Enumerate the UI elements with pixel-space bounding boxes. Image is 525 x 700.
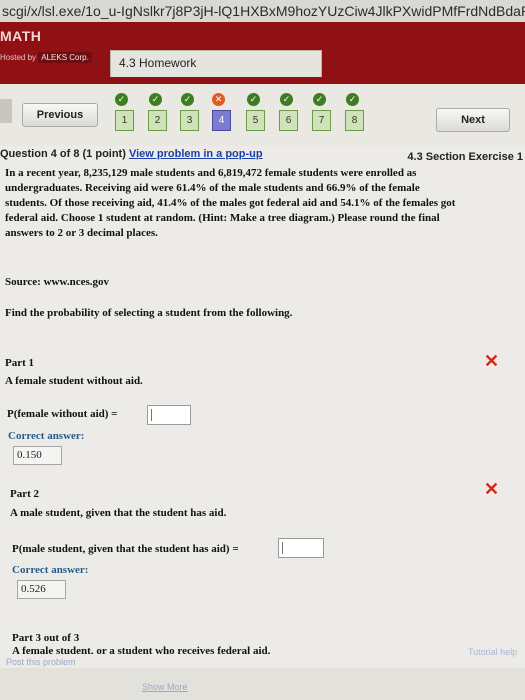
browser-url-bar[interactable]: scgi/x/lsl.exe/1o_u-IgNslkr7j8P3jH-lQ1HX… bbox=[0, 0, 525, 22]
part-3-description: A female student, or a student who recei… bbox=[12, 645, 271, 654]
next-button[interactable]: Next bbox=[436, 108, 510, 132]
question-6-box[interactable]: 6 bbox=[279, 110, 298, 131]
popup-link[interactable]: View problem in a pop-up bbox=[129, 148, 263, 160]
problem-line: In a recent year, 8,235,129 male student… bbox=[5, 167, 417, 179]
source-text: Source: www.nces.gov bbox=[5, 276, 109, 288]
part-2-correct-value: 0.526 bbox=[17, 580, 66, 599]
question-counter-label: Question 4 of 8 (1 point) bbox=[0, 148, 126, 160]
question-8-box[interactable]: 8 bbox=[345, 110, 364, 131]
app-header: MATH Hosted by ALEKS Corp. 4.3 Homework bbox=[0, 22, 525, 84]
problem-line: students. Of those receiving aid, 41.4% … bbox=[5, 197, 456, 209]
part-1-description: A female student without aid. bbox=[5, 375, 143, 387]
problem-line: answers to 2 or 3 decimal places. bbox=[5, 227, 158, 239]
hosted-by-label: Hosted by bbox=[0, 53, 37, 62]
part-1-correct-label: Correct answer: bbox=[8, 430, 85, 442]
tutorial-help-link[interactable]: Tutorial help bbox=[468, 647, 517, 657]
question-8-check-icon: ✓ bbox=[346, 93, 359, 106]
part-2-answer-input[interactable] bbox=[278, 538, 324, 558]
nav-left-arrow-icon[interactable] bbox=[0, 99, 12, 123]
question-4-x-icon: ✕ bbox=[212, 93, 225, 106]
part-3-title: Part 3 out of 3 bbox=[12, 632, 80, 644]
question-7-check-icon: ✓ bbox=[313, 93, 326, 106]
part-1-correct-value: 0.150 bbox=[13, 446, 62, 465]
question-5-check-icon: ✓ bbox=[247, 93, 260, 106]
part-1-title: Part 1 bbox=[5, 357, 35, 369]
bottom-toolbar bbox=[0, 668, 525, 700]
question-2-box[interactable]: 2 bbox=[148, 110, 167, 131]
brand-title: MATH bbox=[0, 28, 42, 44]
problem-line: undergraduates. Receiving aid were 61.4%… bbox=[5, 182, 420, 194]
part-2-description: A male student, given that the student h… bbox=[10, 507, 227, 519]
part-1-answer-input[interactable] bbox=[147, 405, 191, 425]
question-1-box[interactable]: 1 bbox=[115, 110, 134, 131]
question-7-box[interactable]: 7 bbox=[312, 110, 331, 131]
part-2-title: Part 2 bbox=[10, 488, 40, 500]
problem-text: In a recent year, 8,235,129 male student… bbox=[5, 166, 520, 241]
hosted-by: Hosted by ALEKS Corp. bbox=[0, 52, 92, 63]
question-6-check-icon: ✓ bbox=[280, 93, 293, 106]
part-1-prompt: P(female without aid) = bbox=[7, 408, 118, 420]
show-more-link[interactable]: Show More bbox=[142, 682, 188, 692]
part-2-incorrect-icon: ✕ bbox=[484, 479, 500, 499]
question-counter: Question 4 of 8 (1 point) View problem i… bbox=[0, 148, 263, 160]
part-1-incorrect-icon: ✕ bbox=[484, 351, 500, 371]
question-1-check-icon: ✓ bbox=[115, 93, 128, 106]
section-exercise: 4.3 Section Exercise 1 bbox=[407, 151, 523, 163]
previous-button[interactable]: Previous bbox=[22, 103, 98, 127]
url-text: scgi/x/lsl.exe/1o_u-IgNslkr7j8P3jH-lQ1HX… bbox=[2, 3, 525, 19]
question-3-box[interactable]: 3 bbox=[180, 110, 199, 131]
problem-line: federal aid. Choose 1 student at random.… bbox=[5, 212, 440, 224]
question-3-check-icon: ✓ bbox=[181, 93, 194, 106]
part-2-prompt: P(male student, given that the student h… bbox=[12, 543, 239, 555]
question-4-box[interactable]: 4 bbox=[212, 110, 231, 131]
aleks-logo: ALEKS Corp. bbox=[38, 52, 92, 63]
tab-homework-label: 4.3 Homework bbox=[119, 56, 197, 70]
question-2-check-icon: ✓ bbox=[149, 93, 162, 106]
question-5-box[interactable]: 5 bbox=[246, 110, 265, 131]
part-2-correct-label: Correct answer: bbox=[12, 564, 89, 576]
tab-homework[interactable]: 4.3 Homework bbox=[110, 50, 322, 77]
instruction-text: Find the probability of selecting a stud… bbox=[5, 307, 293, 319]
post-problem-link[interactable]: Post this problem bbox=[6, 657, 76, 667]
